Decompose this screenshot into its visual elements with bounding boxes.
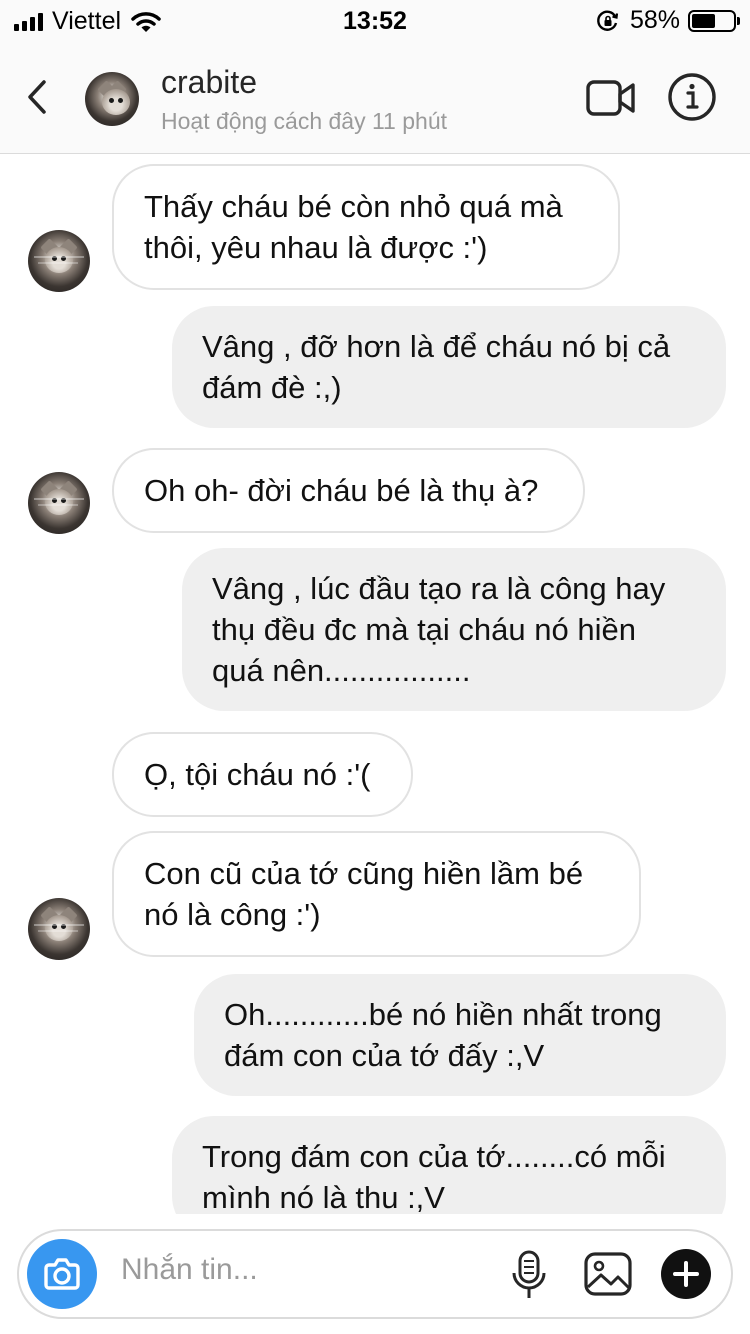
message-thread[interactable]: Thấy cháu bé còn nhỏ quá mà thôi, yêu nh… [0,154,750,1214]
activity-status: Hoạt động cách đây 11 phút [161,108,448,134]
incoming-message[interactable]: Oh oh- đời cháu bé là thụ à? [112,448,585,533]
username[interactable]: crabite [161,64,257,101]
more-button[interactable] [661,1249,711,1299]
battery-fill [692,13,716,28]
incoming-message[interactable]: Ọ, tội cháu nó :'( [112,732,413,817]
back-chevron-icon[interactable] [18,72,58,122]
camera-button[interactable] [27,1239,97,1309]
gallery-icon[interactable] [583,1249,633,1299]
chat-header: crabite Hoạt động cách đây 11 phút [0,42,750,154]
info-icon[interactable] [667,72,717,122]
battery-percent: 58% [629,6,680,34]
sender-avatar [28,472,90,534]
microphone-icon[interactable] [511,1249,547,1301]
status-bar: Viettel 13:52 58% [0,0,750,42]
video-call-icon[interactable] [585,78,637,118]
incoming-message[interactable]: Thấy cháu bé còn nhỏ quá mà thôi, yêu nh… [112,164,620,290]
incoming-message[interactable]: Con cũ của tớ cũng hiền lầm bé nó là côn… [112,831,641,957]
orientation-lock-icon [597,10,619,31]
avatar[interactable] [85,72,139,126]
camera-icon [44,1258,80,1290]
outgoing-message[interactable]: Trong đám con của tớ........có mỗi mình … [172,1116,726,1214]
plus-icon [673,1261,699,1287]
sender-avatar [28,898,90,960]
message-composer [17,1229,733,1319]
outgoing-message[interactable]: Oh............bé nó hiền nhất trong đám … [194,974,726,1096]
sender-avatar [28,230,90,292]
outgoing-message[interactable]: Vâng , đỡ hơn là để cháu nó bị cả đám đè… [172,306,726,428]
outgoing-message[interactable]: Vâng , lúc đầu tạo ra là công hay thụ đề… [182,548,726,711]
battery-icon [688,9,740,32]
message-input[interactable] [121,1253,481,1287]
